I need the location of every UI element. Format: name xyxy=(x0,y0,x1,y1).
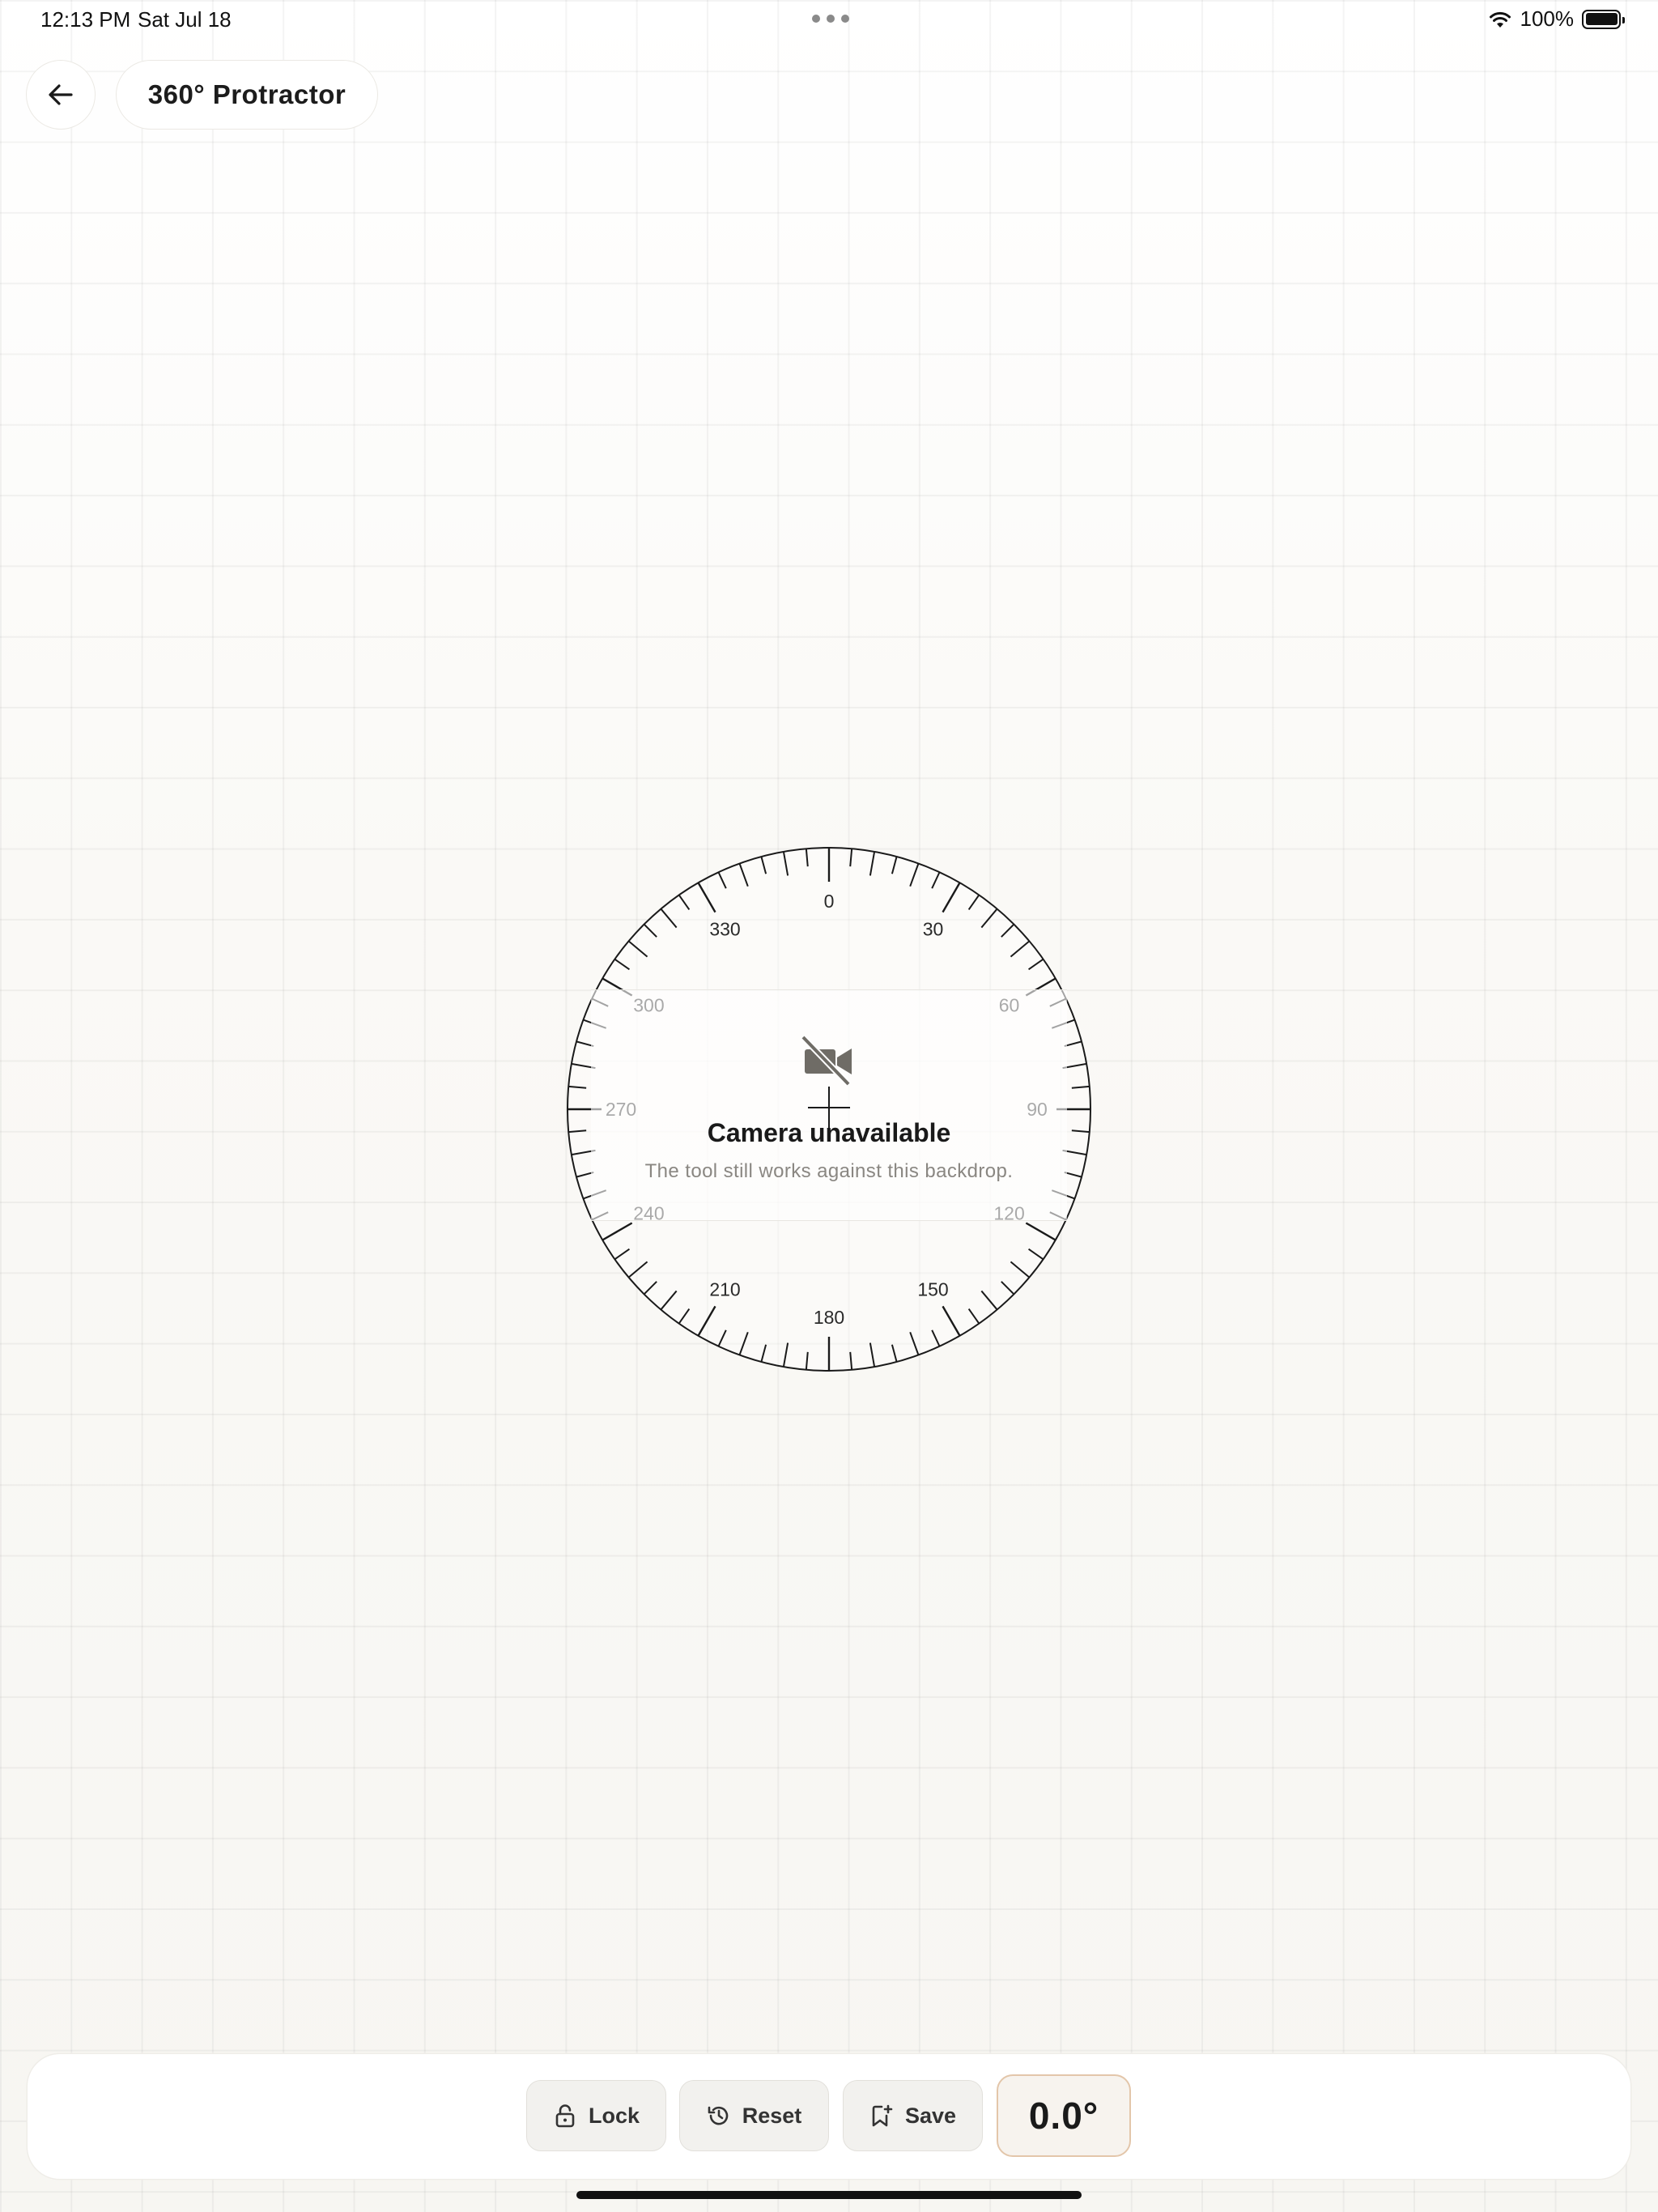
multitasking-dots-icon[interactable] xyxy=(812,15,849,23)
lock-button[interactable]: Lock xyxy=(526,2080,666,2151)
protractor-label: 210 xyxy=(709,1279,740,1300)
status-time: 12:13 PM xyxy=(40,7,131,32)
bottom-toolbar xyxy=(28,2054,1630,2179)
save-button-label: Save xyxy=(904,2103,957,2128)
lock-button-label: Lock xyxy=(588,2103,640,2128)
camera-unavailable-subtitle: The tool still works against this backdr… xyxy=(644,1160,1014,1182)
page-title: 360° Protractor xyxy=(116,60,378,130)
protractor-label: 180 xyxy=(814,1307,844,1328)
save-button[interactable]: Save xyxy=(843,2080,983,2151)
protractor-label: 150 xyxy=(917,1279,948,1300)
arrow-left-icon xyxy=(49,84,73,105)
history-icon xyxy=(708,2106,729,2125)
reset-button-label: Reset xyxy=(742,2103,802,2128)
back-button[interactable] xyxy=(26,60,96,130)
wifi-icon xyxy=(1489,11,1511,28)
lock-open-icon xyxy=(555,2104,575,2128)
center-crosshair-icon xyxy=(808,1087,850,1129)
battery-icon xyxy=(1582,9,1625,29)
angle-readout: 0.0° xyxy=(997,2074,1131,2157)
video-off-icon xyxy=(801,1035,852,1087)
protractor-label: 30 xyxy=(923,918,944,939)
status-date: Sat Jul 18 xyxy=(138,7,232,32)
status-bar: 12:13 PM Sat Jul 18 100% xyxy=(0,0,1658,39)
battery-percent: 100% xyxy=(1520,6,1575,31)
bookmark-add-icon xyxy=(872,2104,893,2127)
protractor-label: 0 xyxy=(824,891,835,912)
home-indicator[interactable] xyxy=(576,2191,1082,2199)
status-indicators: 100% xyxy=(1488,6,1625,32)
reset-button[interactable]: Reset xyxy=(679,2080,829,2151)
protractor-label: 330 xyxy=(709,918,740,939)
